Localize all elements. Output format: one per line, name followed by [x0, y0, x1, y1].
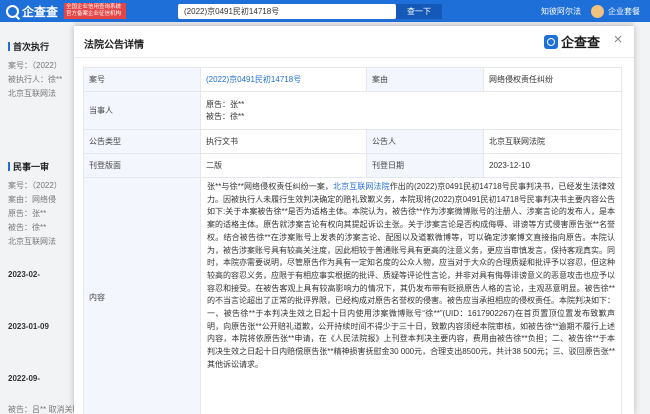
section-civil-first-instance: 民事一审 [8, 160, 49, 173]
table-row: 当事人 原告：张** 被告：徐** [83, 91, 622, 130]
bg-court: 北京互联网法 [8, 237, 56, 246]
bg-date: 2023-02- [8, 270, 41, 279]
bg-case-no: 案号：（2022） [8, 61, 62, 70]
case-no-cell: (2022)京0491民初14718号 [200, 67, 367, 92]
party-label: 当事人 [83, 91, 201, 130]
date-value: 2023-12-10 [483, 153, 622, 178]
vip-link[interactable]: 企业套餐 [608, 6, 640, 17]
background-right-panel [634, 22, 650, 414]
bg-footer-party: 被告：吕** 取消关联 [8, 405, 81, 414]
bg-executed-party: 被执行人：徐** [8, 75, 63, 84]
top-navigation-bar: 企查查 全国企业信用查询系统 官方备案企业征信机构 (2022)京0491民初1… [0, 0, 650, 22]
date-label: 刊登日期 [366, 153, 484, 178]
content-label: 内容 [83, 177, 201, 414]
cause-value: 网络侵权责任纠纷 [483, 67, 622, 92]
modal-title: 法院公告详情 [84, 40, 144, 51]
product-link[interactable]: 知彼阿尔法 [541, 6, 581, 17]
magnifier-logo-icon [6, 4, 19, 18]
brand-text: 企查查 [560, 35, 600, 50]
defendant-text: 被告：徐** [206, 111, 245, 121]
type-label: 公告类型 [83, 129, 201, 154]
bg-plaintiff: 原告：张** [8, 209, 47, 218]
notice-detail-table: 案号 (2022)京0491民初14718号 案由 网络侵权责任纠纷 当事人 原… [83, 67, 622, 414]
cause-label: 案由 [366, 67, 484, 92]
brand-icon [543, 34, 558, 49]
court-link[interactable]: 北京互联网法院 [333, 182, 390, 191]
brand-logo: 企查查 [543, 32, 600, 51]
court-notice-modal: 法院公告详情 企查查 × 案号 (2022)京0491民初14718号 案由 网… [74, 26, 634, 414]
case-no-link[interactable]: (2022)京0491民初14718号 [206, 75, 301, 84]
background-case-list: 首次执行 案号：（2022） 被执行人：徐** 北京互联网法 民事一审 案号：（… [0, 22, 80, 414]
type-value: 执行文书 [200, 129, 367, 154]
bg-date: 2022-09- [8, 374, 41, 383]
publisher-value: 北京互联网法院 [483, 129, 622, 154]
bg-date: 2023-01-09 [8, 322, 49, 331]
table-row: 公告类型 执行文书 公告人 北京互联网法院 [83, 129, 622, 154]
page-value: 二版 [200, 153, 367, 178]
modal-header: 法院公告详情 企查查 × [74, 26, 634, 58]
bg-court: 北京互联网法 [8, 89, 56, 98]
publisher-label: 公告人 [366, 129, 484, 154]
table-row: 刊登版面 二版 刊登日期 2023-12-10 [83, 153, 622, 178]
search-button[interactable]: 查一下 [396, 3, 443, 19]
content-body: 作出的(2022)京0491民初14718号民事判决书，已经发生法律效力。因被执… [207, 182, 616, 369]
section-first-execution: 首次执行 [8, 40, 49, 53]
qcc-logo[interactable]: 企查查 [6, 3, 58, 20]
logo-text: 企查查 [22, 4, 59, 19]
plaintiff-text: 原告：张** [206, 99, 245, 109]
party-value: 原告：张** 被告：徐** [200, 91, 622, 130]
credit-badge: 全国企业信用查询系统 官方备案企业征信机构 [64, 3, 127, 19]
table-row: 案号 (2022)京0491民初14718号 案由 网络侵权责任纠纷 [83, 67, 622, 92]
close-button[interactable]: × [610, 32, 626, 48]
bg-defendant: 被告：徐** [8, 223, 47, 232]
bg-case-no: 案号：（2022） [8, 181, 62, 190]
bg-cause: 案由：网络侵 [8, 195, 56, 204]
content-prefix: 张**与徐**网络侵权责任纠纷一案， [207, 182, 334, 191]
page-label: 刊登版面 [83, 153, 201, 178]
avatar[interactable] [591, 4, 604, 18]
table-row: 内容 张**与徐**网络侵权责任纠纷一案，北京互联网法院作出的(2022)京04… [83, 177, 622, 414]
content-value: 张**与徐**网络侵权责任纠纷一案，北京互联网法院作出的(2022)京0491民… [200, 177, 622, 414]
search-input[interactable]: (2022)京0491民初14718号 [178, 3, 397, 19]
case-no-label: 案号 [83, 67, 201, 92]
